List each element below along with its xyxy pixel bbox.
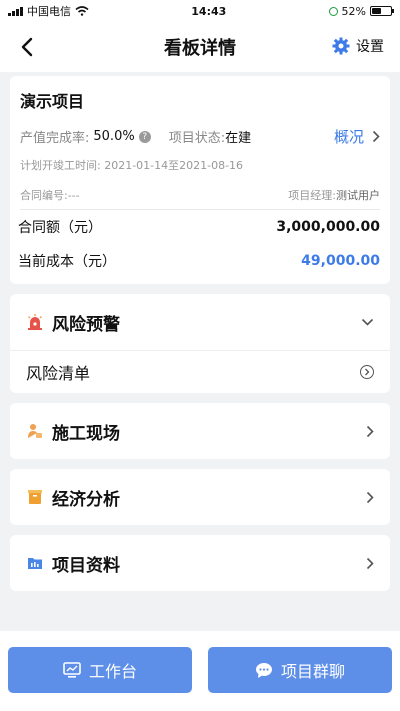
contract-amount-label: 合同额（元） <box>18 220 102 236</box>
economy-section-header[interactable]: 经济分析 <box>10 469 390 525</box>
site-section-header[interactable]: 施工现场 <box>10 403 390 459</box>
contract-row: 合同编号:--- 项目经理:测试用户 <box>20 187 380 210</box>
progress-row: 产值完成率: 50.0% ? 项目状态: 在建 概况 <box>20 126 380 147</box>
site-section[interactable]: 施工现场 <box>10 403 390 459</box>
carrier-label: 中国电信 <box>27 5 71 18</box>
back-arrow-icon <box>21 37 33 57</box>
progress-value: 50.0% <box>93 129 135 144</box>
docs-section-title: 项目资料 <box>52 555 120 576</box>
workbench-label: 工作台 <box>88 662 137 681</box>
current-cost-value: 49,000.00 <box>301 253 380 269</box>
nav-bar: 看板详情 设置 <box>0 22 400 72</box>
economy-section-title: 经济分析 <box>52 489 120 510</box>
status-value: 在建 <box>225 131 252 146</box>
manager-value: 测试用户 <box>336 189 380 202</box>
bottom-bar: 工作台 项目群聊 <box>0 631 400 711</box>
gear-icon <box>332 37 350 55</box>
manager-info: 项目经理:测试用户 <box>288 187 380 203</box>
docs-section-header[interactable]: 项目资料 <box>10 535 390 591</box>
group-chat-button[interactable]: 项目群聊 <box>208 647 392 693</box>
contract-number: 合同编号:--- <box>20 189 80 202</box>
risk-list-item[interactable]: 风险清单 <box>10 350 390 393</box>
overview-label: 概况 <box>333 128 364 146</box>
clock: 14:43 <box>191 4 227 18</box>
monitor-icon <box>63 662 81 678</box>
settings-label: 设置 <box>356 39 384 55</box>
chevron-right-icon <box>366 557 374 569</box>
battery-icon <box>370 6 394 16</box>
docs-section[interactable]: 项目资料 <box>10 535 390 591</box>
alarm-icon <box>26 313 44 331</box>
current-cost-row: 当前成本（元） 49,000.00 <box>18 244 380 278</box>
workbench-button[interactable]: 工作台 <box>8 647 192 693</box>
back-button[interactable] <box>14 34 40 60</box>
circle-arrow-icon <box>360 365 374 379</box>
wifi-icon <box>75 6 89 16</box>
current-cost-label: 当前成本（元） <box>18 254 116 270</box>
box-icon <box>26 488 44 506</box>
risk-section-header[interactable]: 风险预警 <box>10 294 390 350</box>
status-bar: 中国电信 14:43 52% <box>0 0 400 22</box>
status-label: 项目状态: <box>168 131 226 146</box>
signal-icon <box>8 6 23 16</box>
worker-icon <box>26 422 44 440</box>
manager-label: 项目经理: <box>288 189 336 202</box>
risk-list-label: 风险清单 <box>26 364 91 383</box>
contract-amount-row: 合同额（元） 3,000,000.00 <box>18 210 380 244</box>
orientation-lock-icon <box>328 6 338 16</box>
settings-button[interactable]: 设置 <box>332 36 384 56</box>
page-title: 看板详情 <box>164 38 236 59</box>
project-card: 演示项目 产值完成率: 50.0% ? 项目状态: 在建 概况 计划开竣工时间:… <box>10 76 390 284</box>
chevron-right-icon <box>366 425 374 437</box>
chevron-right-icon <box>366 491 374 503</box>
economy-section[interactable]: 经济分析 <box>10 469 390 525</box>
chevron-down-icon <box>361 318 374 326</box>
status-left: 中国电信 <box>8 3 89 19</box>
group-chat-label: 项目群聊 <box>280 662 345 681</box>
status-right: 52% <box>328 4 394 18</box>
folder-icon <box>26 554 44 572</box>
chevron-right-icon <box>372 130 380 143</box>
project-name: 演示项目 <box>20 92 85 111</box>
overview-link[interactable]: 概况 <box>334 126 380 147</box>
battery-percent: 52% <box>341 4 366 18</box>
chat-icon <box>255 662 272 678</box>
risk-section-title: 风险预警 <box>52 314 120 335</box>
contract-amount-value: 3,000,000.00 <box>276 219 380 235</box>
help-icon[interactable]: ? <box>138 130 151 143</box>
risk-section: 风险预警 风险清单 <box>10 294 390 393</box>
site-section-title: 施工现场 <box>52 423 120 444</box>
progress-label: 产值完成率: <box>20 131 90 146</box>
plan-period: 计划开竣工时间: 2021-01-14至2021-08-16 <box>20 159 244 172</box>
